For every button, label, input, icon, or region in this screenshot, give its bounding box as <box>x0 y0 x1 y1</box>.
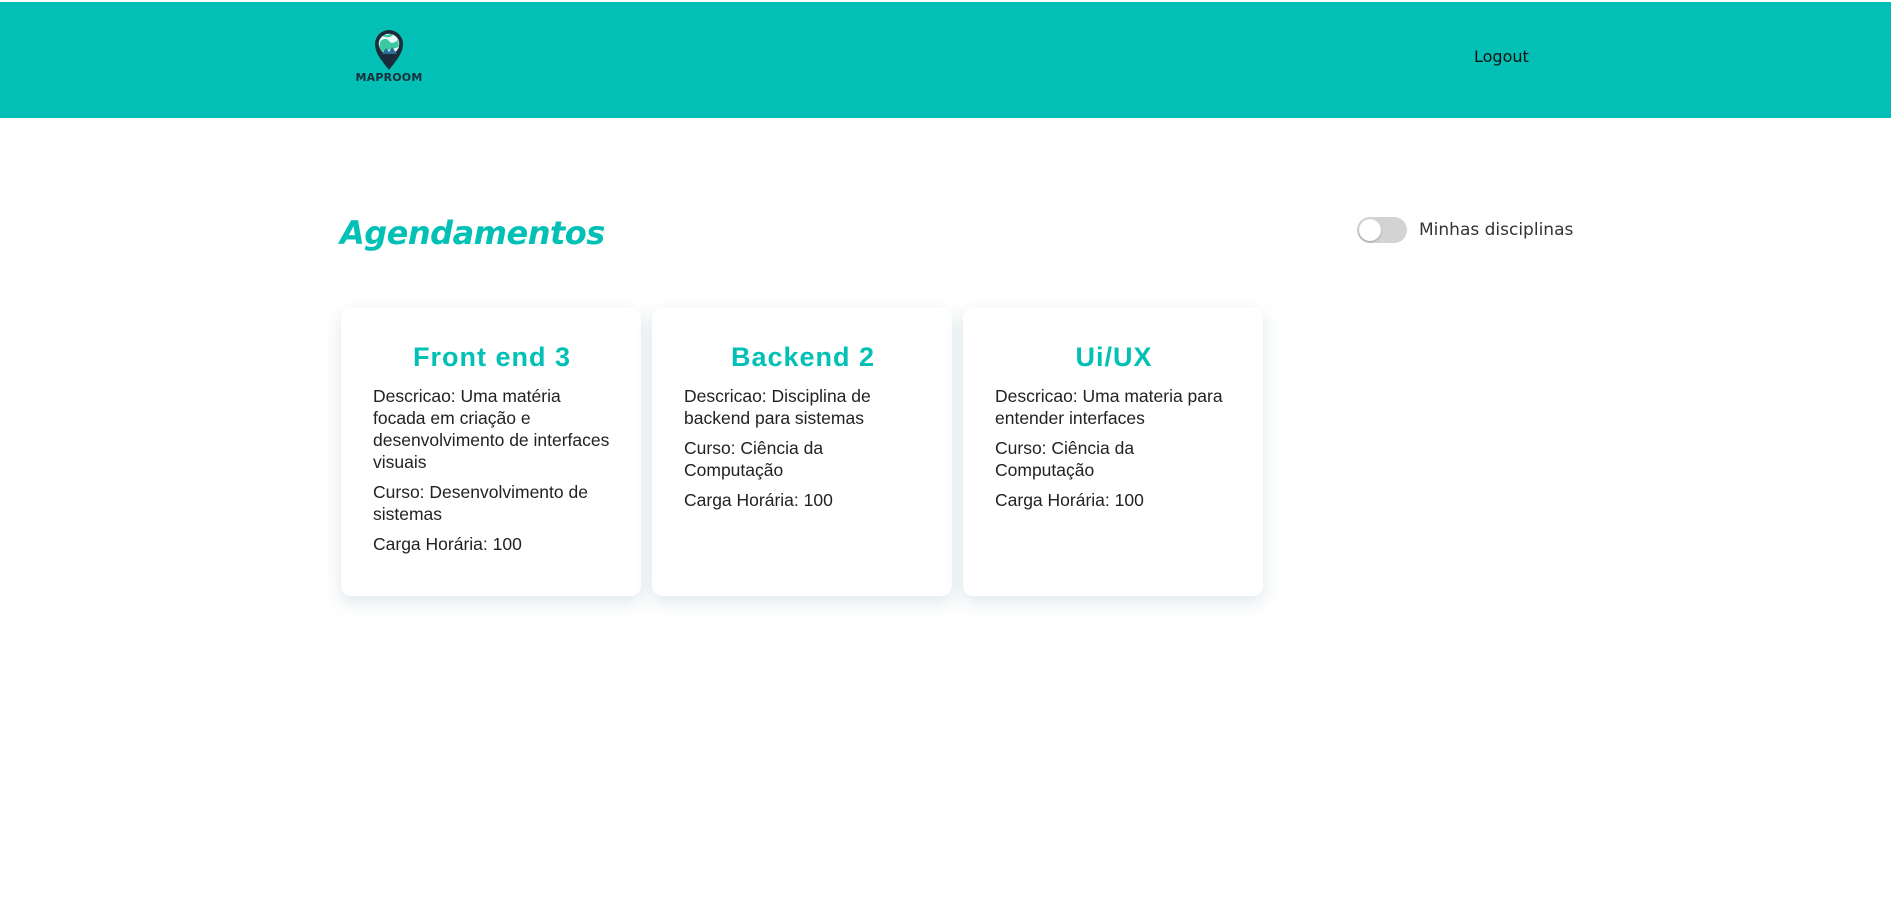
course-carga-horaria: Carga Horária: 100 <box>373 534 522 554</box>
page-title: Agendamentos <box>340 214 605 252</box>
course-title: Backend 2 <box>730 342 876 372</box>
course-curso: Curso: Desenvolvimento de sistemas <box>373 482 588 524</box>
course-title: Front end 3 <box>413 342 571 372</box>
minhas-disciplinas-filter: Minhas disciplinas <box>1357 217 1573 243</box>
course-curso: Curso: Ciência da Computação <box>684 438 824 480</box>
course-carga-horaria: Carga Horária: 100 <box>995 490 1144 510</box>
course-carga-horaria: Carga Horária: 100 <box>684 490 833 510</box>
course-description: Descricao: Uma matéria focada em criação… <box>373 386 610 472</box>
page: MAPROOM Logout Agendamentos Minhas disci… <box>0 0 1891 912</box>
top-navbar: MAPROOM Logout <box>0 2 1891 118</box>
logout-link[interactable]: Logout <box>1474 47 1529 66</box>
brand-name: MAPROOM <box>355 71 423 84</box>
course-card[interactable]: Backend 2 Descricao: Disciplina de backe… <box>652 308 952 596</box>
course-card[interactable]: Ui/UX Descricao: Uma materia para entend… <box>963 308 1263 596</box>
toggle-knob <box>1359 219 1381 241</box>
course-description: Descricao: Disciplina de backend para si… <box>684 386 871 428</box>
course-title: Ui/UX <box>1075 342 1153 372</box>
minhas-disciplinas-toggle[interactable] <box>1357 217 1407 243</box>
course-curso: Curso: Ciência da Computação <box>995 438 1135 480</box>
course-card-list: Front end 3 Descricao: Uma matéria focad… <box>341 308 1263 596</box>
course-card[interactable]: Front end 3 Descricao: Uma matéria focad… <box>341 308 641 596</box>
course-description: Descricao: Uma materia para entender int… <box>995 386 1223 428</box>
map-pin-globe-icon <box>375 30 403 70</box>
maproom-logo[interactable]: MAPROOM <box>353 24 425 90</box>
toggle-label: Minhas disciplinas <box>1419 220 1574 240</box>
